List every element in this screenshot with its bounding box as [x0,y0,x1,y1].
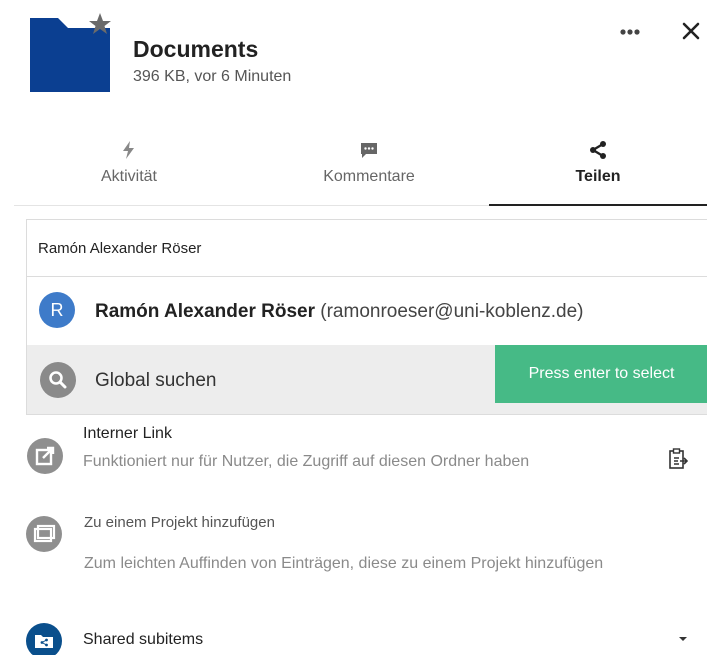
suggestion-name: Ramón Alexander Röser [95,301,315,322]
tab-share[interactable]: Teilen [489,128,707,206]
activity-icon [123,141,134,159]
tab-comments[interactable]: Kommentare [284,128,454,206]
close-icon[interactable] [680,20,702,42]
suggestion-email: (ramonroeser@uni-koblenz.de) [320,301,584,322]
search-icon [40,362,76,398]
project-title[interactable]: Zu einem Projekt hinzufügen [84,514,275,531]
star-icon[interactable] [88,12,112,36]
global-search-option[interactable]: Global suchen Press enter to select [27,345,707,414]
internal-link-title: Interner Link [83,425,172,442]
share-search-box [26,219,707,277]
file-meta: 396 KB, vor 6 Minuten [133,68,292,85]
chevron-down-icon[interactable] [676,634,690,644]
external-link-icon [27,438,63,474]
tab-share-label: Teilen [575,168,621,185]
file-title: Documents [133,36,259,62]
project-icon [26,516,62,552]
project-description: Zum leichten Auffinden von Einträgen, di… [84,555,604,572]
tab-comments-label: Kommentare [323,168,415,185]
internal-link-description: Funktioniert nur für Nutzer, die Zugriff… [83,453,530,470]
tab-activity-label: Aktivität [100,168,157,185]
suggestion-text: Ramón Alexander Röser (ramonroeser@uni-k… [95,301,584,323]
shared-folder-icon [26,623,62,655]
tab-activity[interactable]: Aktivität [54,128,204,206]
clipboard-icon[interactable] [668,448,688,470]
comment-icon [361,143,377,158]
share-icon [590,141,606,159]
shared-subitems-title[interactable]: Shared subitems [83,631,203,649]
press-enter-hint: Press enter to select [495,345,707,403]
tab-bar: Aktivität Kommentare Teilen [14,128,707,206]
suggestion-user[interactable]: R Ramón Alexander Röser (ramonroeser@uni… [27,277,707,345]
share-suggestions: R Ramón Alexander Röser (ramonroeser@uni… [26,277,707,415]
avatar: R [39,292,75,328]
share-search-input[interactable] [27,220,707,276]
more-icon[interactable] [615,24,645,40]
global-search-label: Global suchen [95,370,217,391]
